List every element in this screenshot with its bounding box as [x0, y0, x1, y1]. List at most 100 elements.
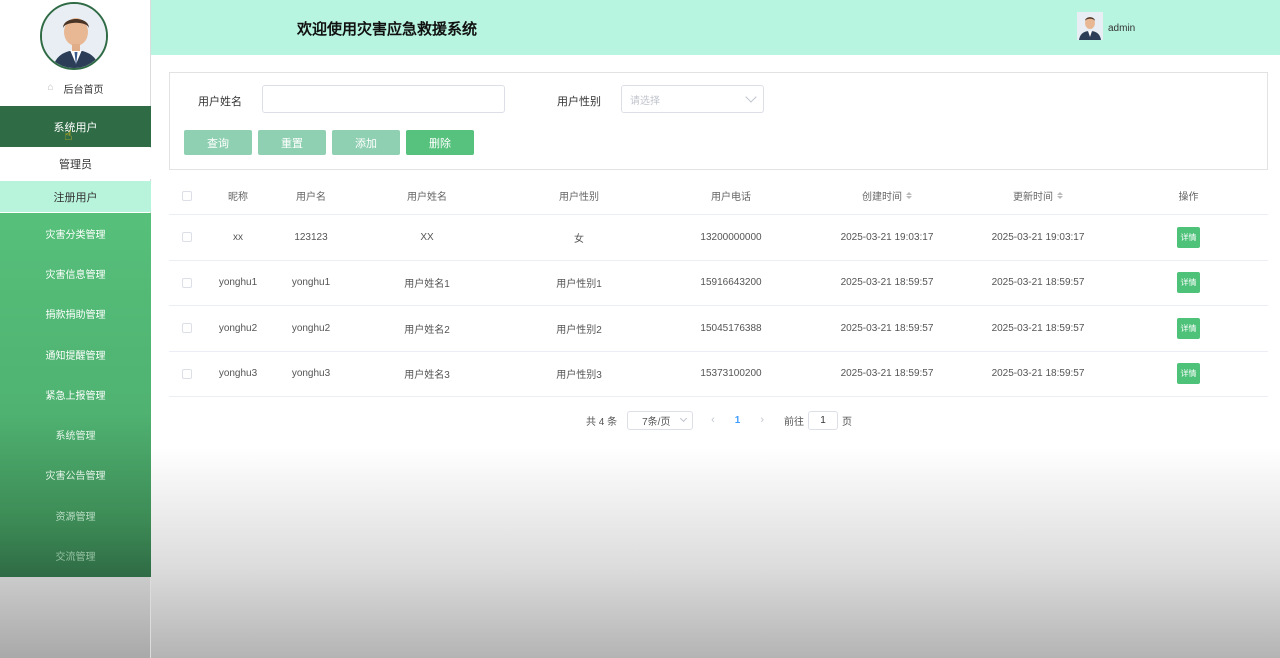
search-panel: 用户姓名 用户性别 请选择 查询 重置 添加 删除 — [169, 72, 1268, 170]
cell-realname: XX — [420, 231, 434, 243]
sort-icon[interactable] — [1057, 192, 1063, 199]
sidebar-item-label: 紧急上报管理 — [45, 390, 106, 402]
page-size-select[interactable]: 7条/页 — [627, 410, 694, 430]
query-button[interactable]: 查询 — [184, 130, 252, 155]
row-select-cell — [169, 306, 205, 351]
sidebar-item-label: 系统用户 — [53, 121, 98, 134]
sidebar-item-label: 捐款捐助管理 — [45, 310, 106, 322]
row-checkbox[interactable] — [182, 323, 192, 334]
user-avatar-icon — [1077, 12, 1103, 40]
column-header-created[interactable]: 创建时间 — [807, 177, 967, 214]
column-header-phone: 用户电话 — [711, 192, 751, 203]
goto-label: 前往 — [784, 416, 805, 428]
sidebar-item-system-users[interactable]: 系统用户 — [0, 106, 151, 147]
cell-username: yonghu3 — [291, 368, 331, 380]
home-link[interactable]: ⌂ 后台首页 — [0, 78, 151, 98]
row-checkbox[interactable] — [182, 232, 192, 243]
header-avatar[interactable] — [1077, 12, 1103, 40]
submenu-item-label: 注册用户 — [53, 191, 98, 204]
cell-updated: 2025-03-21 18:59:57 — [991, 322, 1085, 334]
sidebar-item-donation[interactable]: 捐款捐助管理 — [0, 294, 151, 334]
add-button[interactable]: 添加 — [332, 130, 400, 155]
cell-created: 2025-03-21 18:59:57 — [840, 322, 934, 334]
column-header-label: 创建时间 — [862, 192, 902, 203]
cell-username: yonghu1 — [291, 277, 331, 289]
cell-actions: 详情 — [1109, 215, 1268, 260]
column-header-updated[interactable]: 更新时间 — [967, 177, 1109, 214]
cell-actions: 详情 — [1109, 306, 1268, 351]
select-all-checkbox[interactable] — [182, 190, 192, 201]
detail-button[interactable]: 详情 — [1177, 272, 1200, 294]
page-title: 欢迎使用灾害应急救援系统 — [297, 21, 478, 38]
sidebar-item-label: 资源管理 — [55, 511, 96, 523]
cell-created: 2025-03-21 18:59:57 — [840, 368, 934, 380]
column-header-username: 用户名 — [296, 192, 326, 203]
cell-created: 2025-03-21 19:03:17 — [840, 231, 934, 243]
sidebar-avatar — [40, 2, 108, 70]
sort-icon[interactable] — [906, 192, 912, 199]
cell-realname: 用户姓名2 — [404, 324, 450, 336]
cell-actions: 详情 — [1109, 352, 1268, 397]
delete-button[interactable]: 删除 — [406, 130, 474, 155]
submenu-item-admin[interactable]: 管理员 — [0, 148, 151, 179]
detail-button[interactable]: 详情 — [1177, 363, 1200, 385]
cell-gender: 用户性别1 — [556, 279, 602, 291]
sidebar-item-label: 系统管理 — [55, 431, 96, 443]
cell-actions: 详情 — [1109, 261, 1268, 306]
sidebar-item-disaster-category[interactable]: 灾害分类管理 — [0, 213, 151, 253]
sidebar-item-notification[interactable]: 通知提醒管理 — [0, 334, 151, 374]
cell-gender: 女 — [574, 233, 584, 245]
name-filter-label: 用户姓名 — [198, 96, 242, 108]
gender-filter-select[interactable]: 请选择 — [621, 85, 764, 113]
pagination-total: 共 4 条 — [586, 416, 618, 428]
header-username[interactable]: admin — [1108, 23, 1135, 34]
chevron-left-icon[interactable]: ‹ — [711, 414, 715, 426]
submenu-item-registered-users[interactable]: 注册用户 — [0, 181, 151, 212]
sidebar-menu: 灾害分类管理 灾害信息管理 捐款捐助管理 通知提醒管理 紧急上报管理 系统管理 … — [0, 213, 151, 577]
cell-phone: 15373100200 — [700, 368, 762, 380]
cell-updated: 2025-03-21 18:59:57 — [991, 277, 1085, 289]
column-header-realname: 用户姓名 — [407, 192, 447, 203]
table-row: xx 123123 XX 女 13200000000 2025-03-21 19… — [169, 215, 1268, 261]
column-header-gender: 用户性别 — [559, 192, 599, 203]
detail-button[interactable]: 详情 — [1177, 317, 1200, 339]
cell-username: yonghu2 — [291, 322, 331, 334]
cell-username: 123123 — [294, 231, 328, 243]
sidebar-item-resources[interactable]: 资源管理 — [0, 495, 151, 535]
name-filter-input[interactable] — [262, 85, 505, 113]
reset-button[interactable]: 重置 — [258, 130, 326, 155]
table-row: yonghu1 yonghu1 用户姓名1 用户性别1 15916643200 … — [169, 261, 1268, 306]
row-select-cell — [169, 352, 205, 397]
avatar-portrait-icon — [42, 4, 106, 68]
goto-suffix: 页 — [842, 416, 853, 428]
cell-phone: 15045176388 — [700, 322, 762, 334]
column-header-nickname: 昵称 — [228, 192, 248, 203]
row-select-cell — [169, 215, 205, 260]
page-number-current[interactable]: 1 — [735, 415, 741, 426]
home-icon: ⌂ — [47, 82, 54, 93]
submenu-item-label: 管理员 — [59, 158, 92, 171]
goto-page-input[interactable] — [808, 410, 839, 430]
chevron-down-icon — [745, 91, 757, 103]
row-checkbox[interactable] — [182, 277, 192, 288]
table-header-row: 昵称 用户名 用户姓名 用户性别 用户电话 创建时间 更新时间 操作 — [169, 177, 1268, 215]
sidebar-item-label: 通知提醒管理 — [45, 350, 106, 362]
page-size-value: 7条/页 — [642, 416, 671, 428]
home-label: 后台首页 — [63, 84, 104, 96]
detail-button[interactable]: 详情 — [1177, 226, 1200, 248]
sidebar-item-communication[interactable]: 交流管理 — [0, 535, 151, 575]
sidebar-item-label: 交流管理 — [55, 552, 96, 564]
sidebar-item-disaster-info[interactable]: 灾害信息管理 — [0, 253, 151, 293]
chevron-right-icon[interactable]: › — [760, 414, 764, 426]
row-checkbox[interactable] — [182, 368, 192, 379]
chevron-down-icon — [680, 414, 688, 423]
cell-phone: 13200000000 — [700, 231, 762, 243]
cell-created: 2025-03-21 18:59:57 — [840, 277, 934, 289]
cell-nickname: xx — [233, 231, 243, 243]
sidebar-item-system[interactable]: 系统管理 — [0, 414, 151, 454]
sidebar-item-disaster-notice[interactable]: 灾害公告管理 — [0, 455, 151, 495]
sidebar-item-label: 灾害分类管理 — [45, 229, 106, 241]
users-table: 昵称 用户名 用户姓名 用户性别 用户电话 创建时间 更新时间 操作 xx 12… — [169, 177, 1268, 397]
sidebar-item-emergency-report[interactable]: 紧急上报管理 — [0, 374, 151, 414]
table-row: yonghu3 yonghu3 用户姓名3 用户性别3 15373100200 … — [169, 352, 1268, 397]
